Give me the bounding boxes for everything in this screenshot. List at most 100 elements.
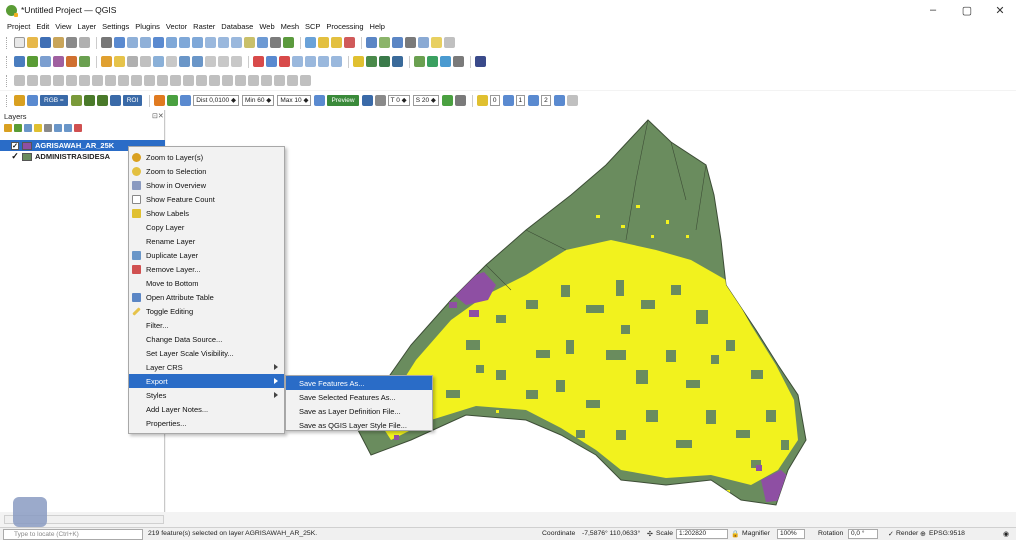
lock-scale-icon[interactable]: 🔒 <box>731 530 739 538</box>
annotation-icon[interactable] <box>444 37 455 48</box>
menu-layer[interactable]: Layer <box>74 22 99 31</box>
show-in-overview-item[interactable]: Show in Overview <box>129 178 284 192</box>
shape-digitizing-icon[interactable] <box>27 75 38 86</box>
label-rotate-icon[interactable] <box>305 56 316 67</box>
band-set-icon-4[interactable] <box>553 95 565 106</box>
save-features-as-item[interactable]: Save Features As... <box>286 376 432 390</box>
redo-icon[interactable] <box>231 56 242 67</box>
menu-database[interactable]: Database <box>218 22 256 31</box>
reshape-icon[interactable] <box>209 75 220 86</box>
save-selected-features-as-item[interactable]: Save Selected Features As... <box>286 390 432 404</box>
preview-redo-icon[interactable] <box>374 95 386 106</box>
locator-search-input[interactable]: Type to locate (Ctrl+K) <box>3 529 143 540</box>
menu-web[interactable]: Web <box>256 22 277 31</box>
open-attribute-table-item[interactable]: Open Attribute Table <box>129 290 284 304</box>
menu-plugins[interactable]: Plugins <box>132 22 163 31</box>
scp-zoom-icon[interactable] <box>27 95 38 106</box>
label-pin-icon[interactable] <box>266 56 277 67</box>
menu-edit[interactable]: Edit <box>33 22 52 31</box>
rotate-point-icon[interactable] <box>287 75 298 86</box>
band-set-icon[interactable] <box>476 95 488 106</box>
rotation-spinbox[interactable]: 0,0 ° <box>848 529 878 539</box>
zoom-last-icon[interactable] <box>218 37 229 48</box>
add-layer-notes-item[interactable]: Add Layer Notes... <box>129 402 284 416</box>
save-layer-definition-item[interactable]: Save as Layer Definition File... <box>286 404 432 418</box>
label-tool-icon[interactable] <box>253 56 264 67</box>
measure-icon[interactable] <box>418 37 429 48</box>
merge-attributes-icon[interactable] <box>274 75 285 86</box>
new-project-icon[interactable] <box>14 37 25 48</box>
select-by-value-icon[interactable] <box>331 37 342 48</box>
band-spinbox-1[interactable]: 0 <box>489 95 500 106</box>
move-to-bottom-item[interactable]: Move to Bottom <box>129 276 284 290</box>
menu-vector[interactable]: Vector <box>163 22 190 31</box>
change-data-source-item[interactable]: Change Data Source... <box>129 332 284 346</box>
plugin-icon-b[interactable] <box>379 56 390 67</box>
filter-legend-icon[interactable] <box>34 124 42 132</box>
scp-remove-icon[interactable] <box>454 95 466 106</box>
delete-part-icon[interactable] <box>196 75 207 86</box>
label-change-icon[interactable] <box>318 56 329 67</box>
refresh-icon[interactable] <box>283 37 294 48</box>
toggle-editing-item[interactable]: Toggle Editing <box>129 304 284 318</box>
python-console-icon[interactable] <box>353 56 364 67</box>
vertex-tool-icon[interactable] <box>153 56 164 67</box>
plugin-icon-d[interactable] <box>414 56 425 67</box>
roi-add-icon[interactable] <box>167 95 179 106</box>
deselect-icon[interactable] <box>344 37 355 48</box>
map-canvas[interactable] <box>166 110 1016 512</box>
new-bookmark-icon[interactable] <box>244 37 255 48</box>
max-spinbox[interactable]: Max 10 ◆ <box>277 95 312 106</box>
split-features-icon[interactable] <box>235 75 246 86</box>
menu-help[interactable]: Help <box>367 22 388 31</box>
zoom-to-layer-item[interactable]: Zoom to Layer(s) <box>129 150 284 164</box>
roi-show-icon[interactable] <box>109 95 121 106</box>
scp-run-icon[interactable] <box>441 95 453 106</box>
menu-raster[interactable]: Raster <box>190 22 218 31</box>
band-spinbox-3[interactable]: 2 <box>541 95 551 106</box>
copy-features-icon[interactable] <box>192 56 203 67</box>
plugin-icon-h[interactable] <box>475 56 486 67</box>
roi-polygon-icon[interactable] <box>154 95 166 106</box>
zoom-rescale-icon[interactable] <box>153 37 164 48</box>
label-move-icon[interactable] <box>292 56 303 67</box>
panel-close-button[interactable]: ⊡✕ <box>152 112 164 120</box>
temporal-controller-icon[interactable] <box>270 37 281 48</box>
close-button[interactable]: ✕ <box>983 0 1016 20</box>
collapse-all-icon[interactable] <box>64 124 72 132</box>
s-spinbox[interactable]: S 20 ◆ <box>412 95 439 106</box>
add-spatialite-icon[interactable] <box>79 56 90 67</box>
plugin-icon-f[interactable] <box>440 56 451 67</box>
map-tips-icon[interactable] <box>431 37 442 48</box>
menu-project[interactable]: Project <box>4 22 33 31</box>
trim-extend-icon[interactable] <box>300 75 311 86</box>
crs-globe-icon[interactable]: ⊕ <box>920 530 926 538</box>
processing-toolbox-icon[interactable] <box>392 37 403 48</box>
zoom-in-icon[interactable] <box>127 37 138 48</box>
save-edits-icon[interactable] <box>127 56 138 67</box>
identify-icon[interactable] <box>305 37 316 48</box>
label-highlight-icon[interactable] <box>279 56 290 67</box>
pan-to-selection-icon[interactable] <box>114 37 125 48</box>
toolbar-grip[interactable] <box>6 36 9 49</box>
zoom-to-selection-item[interactable]: Zoom to Selection <box>129 164 284 178</box>
maximize-button[interactable]: ▢ <box>950 0 984 20</box>
plugin-icon-a[interactable] <box>366 56 377 67</box>
show-feature-count-item[interactable]: Show Feature Count <box>129 192 284 206</box>
properties-item[interactable]: Properties... <box>129 416 284 430</box>
open-attribute-table-icon[interactable] <box>366 37 377 48</box>
rgb-next-icon[interactable] <box>96 95 108 106</box>
field-calculator-icon[interactable] <box>379 37 390 48</box>
add-delimited-text-icon[interactable] <box>66 56 77 67</box>
scale-feature-icon[interactable] <box>118 75 129 86</box>
rotate-feature-icon[interactable] <box>105 75 116 86</box>
menu-mesh[interactable]: Mesh <box>278 22 302 31</box>
styles-item[interactable]: Styles <box>129 388 284 402</box>
layout-manager-icon[interactable] <box>66 37 77 48</box>
toolbar-grip[interactable] <box>6 94 9 107</box>
toolbar-grip[interactable] <box>6 74 9 87</box>
pan-map-icon[interactable] <box>101 37 112 48</box>
magnifier-spinbox[interactable]: 100% <box>777 529 805 539</box>
band-set-icon-3[interactable] <box>528 95 540 106</box>
t-spinbox[interactable]: T 0 ◆ <box>387 95 410 106</box>
